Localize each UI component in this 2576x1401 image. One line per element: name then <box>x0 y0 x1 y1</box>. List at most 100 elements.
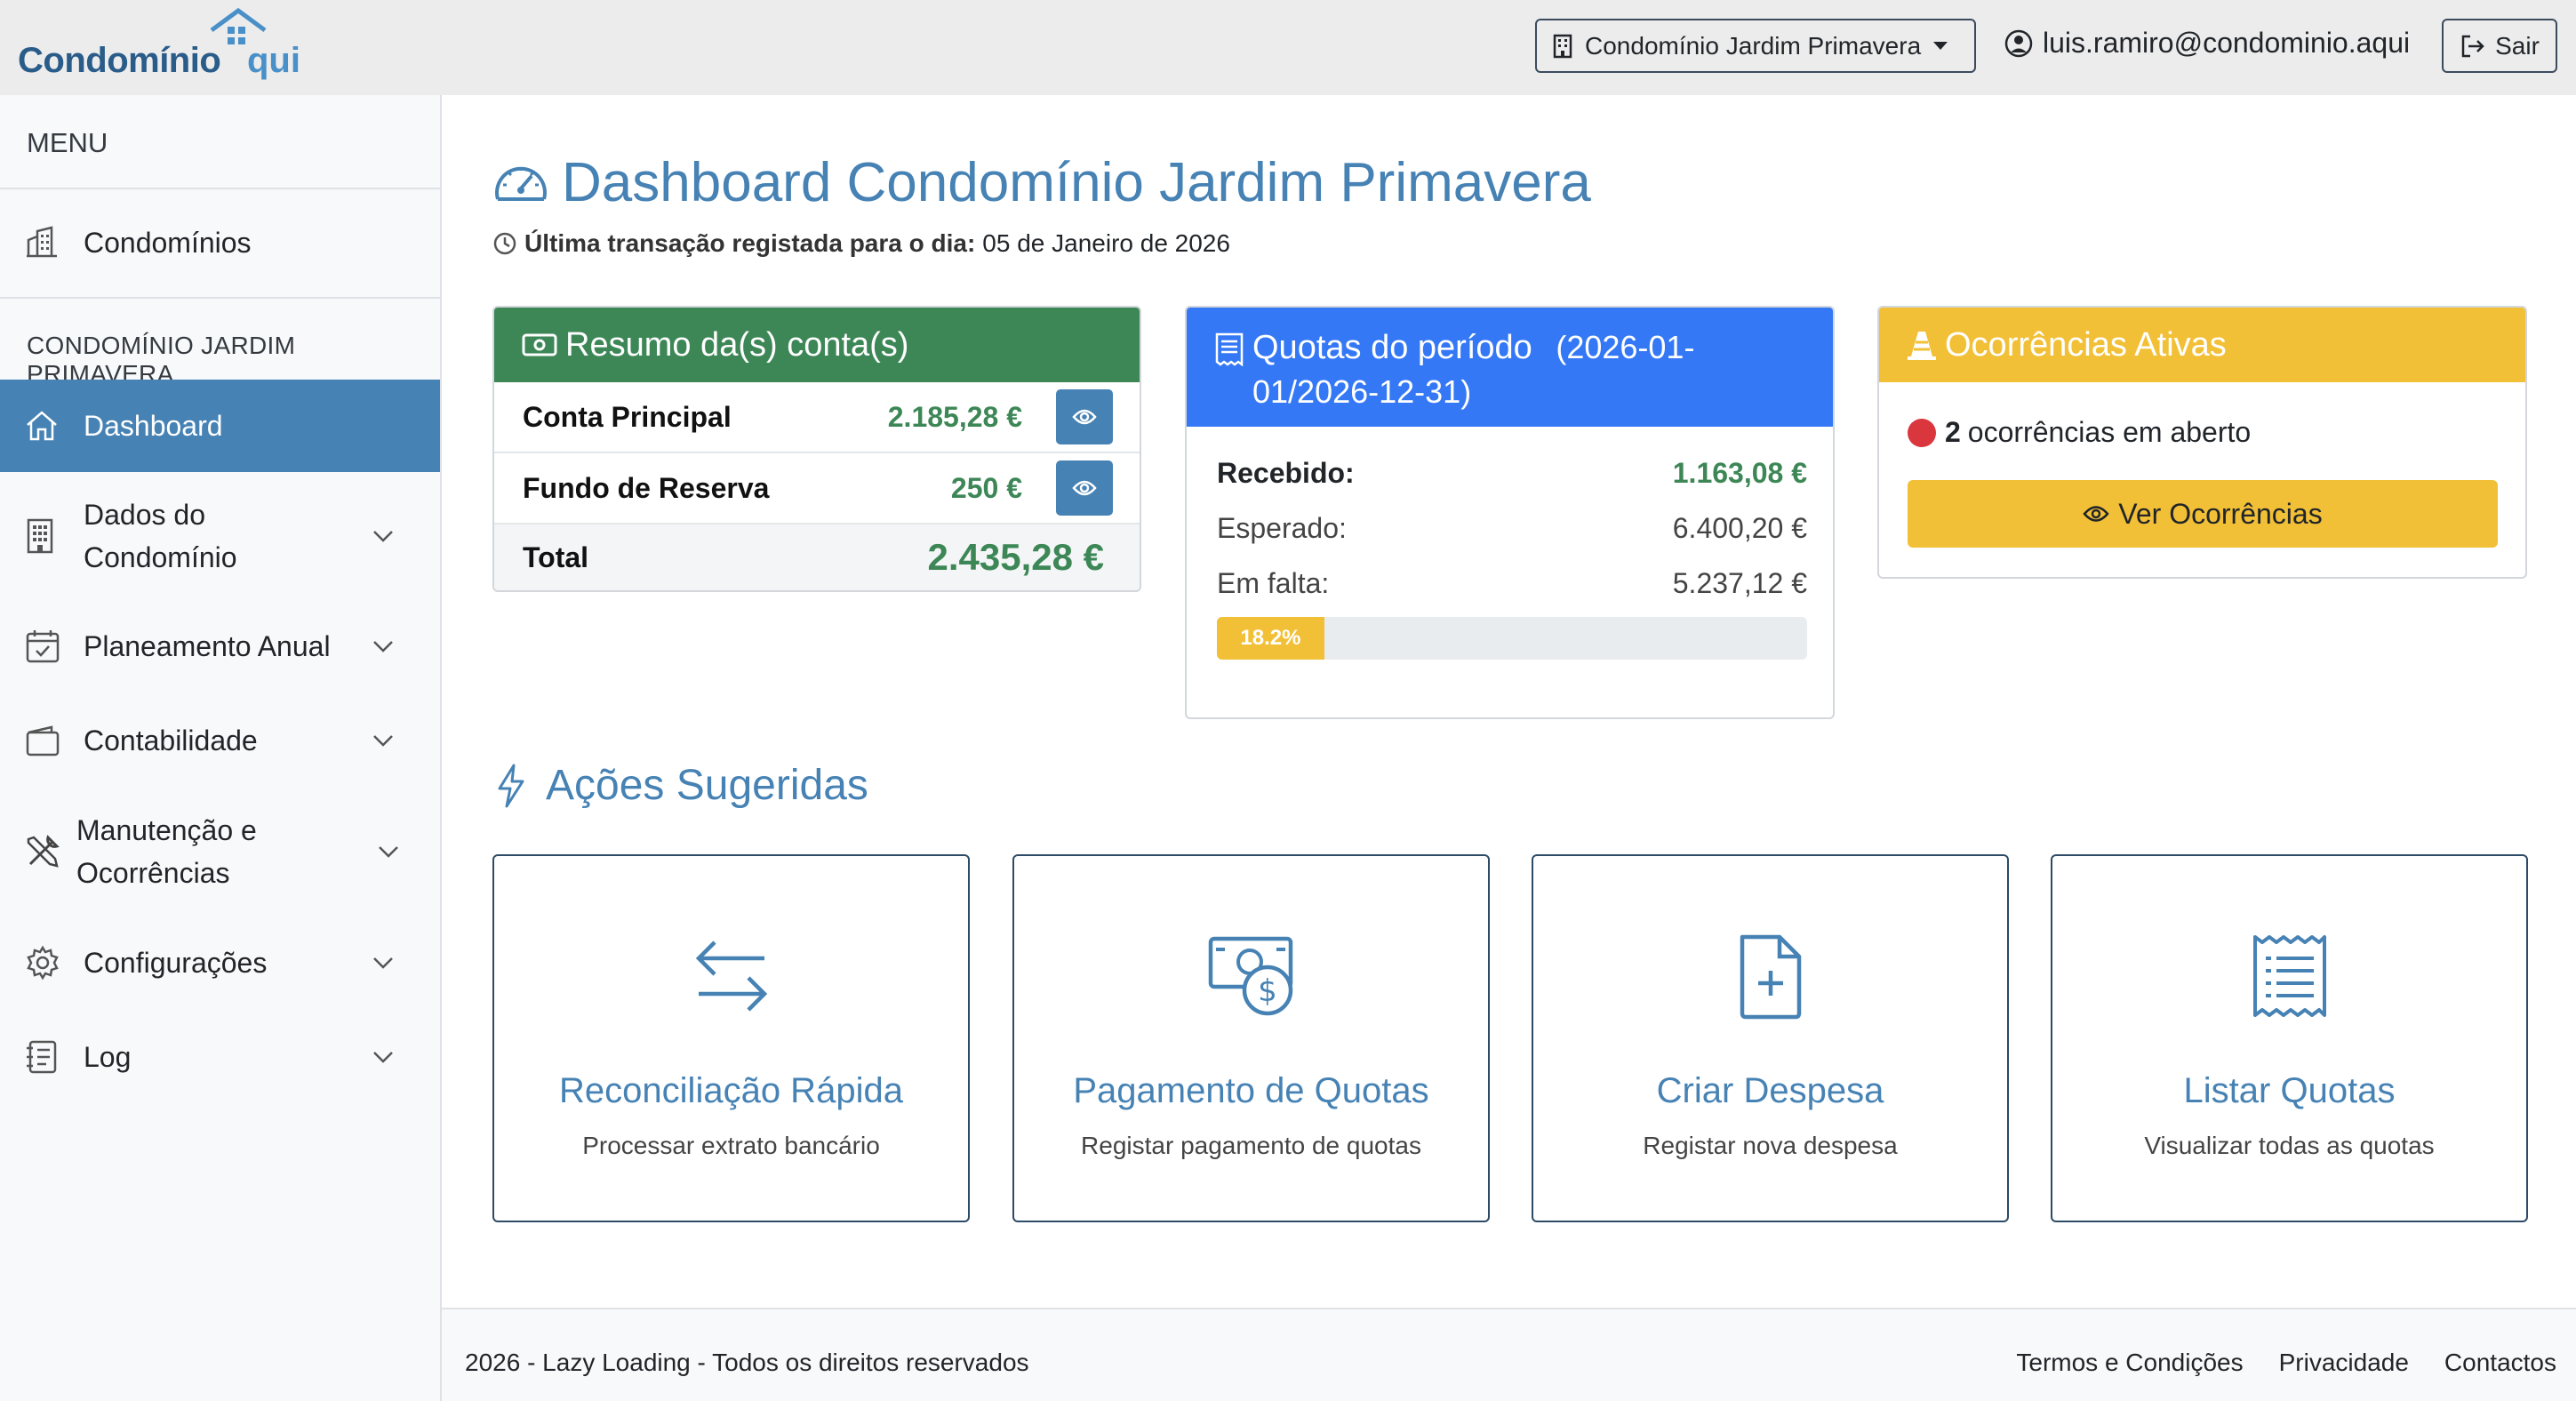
gear-icon <box>25 945 60 981</box>
last-transaction-date: 05 de Janeiro de 2026 <box>982 229 1230 257</box>
quotas-expected-value: 6.400,20 € <box>1672 512 1807 544</box>
action-card-list-quotas[interactable]: Listar Quotas Visualizar todas as quotas <box>2051 854 2528 1222</box>
condominium-select[interactable]: Condomínio Jardim Primavera <box>1535 19 1976 73</box>
account-balance: 2.185,28 € <box>887 400 1022 433</box>
action-title: Reconciliação Rápida <box>559 1071 903 1110</box>
chevron-down-icon <box>372 733 395 748</box>
sidebar-item-planeamento-anual[interactable]: Planeamento Anual <box>0 602 440 691</box>
chevron-down-icon <box>1933 42 1948 50</box>
account-name: Fundo de Reserva <box>523 471 770 504</box>
logout-label: Sair <box>2495 31 2540 60</box>
footer-copyright: 2026 - Lazy Loading - Todos os direitos … <box>465 1349 1029 1376</box>
action-subtitle: Processar extrato bancário <box>582 1132 880 1159</box>
logo-text-main: Condomínio <box>18 41 221 80</box>
account-name: Conta Principal <box>523 400 732 433</box>
arrows-exchange-icon <box>494 932 968 1021</box>
action-title: Criar Despesa <box>1656 1071 1884 1110</box>
sidebar-item-label: Dados do Condomínio <box>84 499 237 573</box>
footer-link-terms[interactable]: Termos e Condições <box>2016 1349 2243 1377</box>
sidebar: MENU Condomínios CONDOMÍNIO JARDIM PRIMA… <box>0 95 442 1401</box>
last-transaction-label: Última transação registada para o dia: <box>524 229 976 257</box>
chevron-down-icon <box>377 845 400 859</box>
user-email-text: luis.ramiro@condominio.aqui <box>2043 27 2411 59</box>
sidebar-item-label: Configurações <box>84 947 268 979</box>
quotas-header: Quotas do período (2026-01-01/2026-12-31… <box>1187 308 1833 427</box>
traffic-cone-icon <box>1906 328 1945 362</box>
receipt-list-icon <box>2052 932 2526 1021</box>
building-icon <box>25 226 59 260</box>
quotas-progress-fill: 18.2% <box>1217 617 1324 660</box>
sidebar-item-condominios[interactable]: Condomínios <box>0 188 440 297</box>
sidebar-item-label: Dashboard <box>84 410 223 442</box>
top-bar: Condomínio qui Condomínio Jardim Primave… <box>0 0 2576 95</box>
sidebar-item-label: Manutenção e Ocorrências <box>76 814 257 889</box>
quotas-progress-bar: 18.2% <box>1217 617 1807 660</box>
svg-text:$: $ <box>1258 973 1277 1009</box>
logo-text-accent: qui <box>247 41 300 80</box>
quotas-title: Quotas do período <box>1252 329 1532 366</box>
occurrences-header: Ocorrências Ativas <box>1879 308 2525 382</box>
logout-button[interactable]: Sair <box>2442 19 2557 73</box>
account-row: Fundo de Reserva 250 € <box>494 453 1140 524</box>
quotas-expected-label: Esperado: <box>1217 512 1347 544</box>
sidebar-item-label: Condomínios <box>84 227 252 259</box>
accounts-total-row: Total 2.435,28 € <box>494 524 1140 590</box>
sidebar-item-contabilidade[interactable]: Contabilidade <box>0 696 440 785</box>
view-account-button[interactable] <box>1056 460 1113 516</box>
sidebar-item-configuracoes[interactable]: Configurações <box>0 918 440 1007</box>
footer: 2026 - Lazy Loading - Todos os direitos … <box>442 1308 2576 1401</box>
quotas-card: Quotas do período (2026-01-01/2026-12-31… <box>1185 306 1835 719</box>
view-occurrences-button[interactable]: Ver Ocorrências <box>1908 480 2498 548</box>
action-subtitle: Registar pagamento de quotas <box>1081 1132 1421 1159</box>
eye-icon <box>1072 480 1097 496</box>
action-card-create-expense[interactable]: Criar Despesa Registar nova despesa <box>1532 854 2009 1222</box>
quotas-received-label: Recebido: <box>1217 457 1355 489</box>
view-account-button[interactable] <box>1056 389 1113 444</box>
cash-coin-icon: $ <box>1014 932 1488 1021</box>
quotas-missing-value: 5.237,12 € <box>1672 567 1807 599</box>
occurrences-title: Ocorrências Ativas <box>1945 325 2227 364</box>
footer-link-contacts[interactable]: Contactos <box>2444 1349 2556 1377</box>
cash-icon <box>521 332 565 358</box>
sidebar-item-manutencao[interactable]: Manutenção e Ocorrências <box>0 799 440 904</box>
action-card-reconciliation[interactable]: Reconciliação Rápida Processar extrato b… <box>492 854 970 1222</box>
action-title: Listar Quotas <box>2183 1071 2396 1110</box>
action-title: Pagamento de Quotas <box>1073 1071 1429 1110</box>
logout-icon <box>2460 34 2495 59</box>
user-circle-icon <box>2004 28 2043 59</box>
footer-link-privacy[interactable]: Privacidade <box>2279 1349 2409 1377</box>
lightning-icon <box>496 764 546 808</box>
occurrences-count-text: ocorrências em aberto <box>1967 416 2252 448</box>
brand-logo[interactable]: Condomínio qui <box>18 5 311 91</box>
view-occurrences-label: Ver Ocorrências <box>2118 497 2323 530</box>
occurrences-summary: 2 ocorrências em aberto <box>1908 416 2251 449</box>
action-subtitle: Registar nova despesa <box>1643 1132 1898 1159</box>
accounts-summary-card: Resumo da(s) conta(s) Conta Principal 2.… <box>492 306 1141 592</box>
accounts-summary-title: Resumo da(s) conta(s) <box>565 325 909 364</box>
receipt-icon <box>1213 332 1252 366</box>
sidebar-menu-title: MENU <box>27 127 108 158</box>
tools-icon <box>25 834 60 869</box>
clock-icon <box>492 231 524 256</box>
occurrences-count: 2 <box>1945 416 1961 448</box>
suggested-actions-title-text: Ações Sugeridas <box>546 762 868 809</box>
sidebar-item-label: Contabilidade <box>84 725 258 757</box>
sidebar-item-dashboard[interactable]: Dashboard <box>0 380 440 472</box>
sidebar-item-label: Planeamento Anual <box>84 630 331 662</box>
chevron-down-icon <box>372 956 395 970</box>
chevron-down-icon <box>372 639 395 653</box>
action-card-quota-payment[interactable]: $ Pagamento de Quotas Registar pagamento… <box>1012 854 1490 1222</box>
page-title-text: Dashboard Condomínio Jardim Primavera <box>562 152 1591 213</box>
sidebar-item-log[interactable]: Log <box>0 1013 440 1101</box>
user-account[interactable]: luis.ramiro@condominio.aqui <box>2004 27 2410 60</box>
sidebar-item-dados-condominio[interactable]: Dados do Condomínio <box>0 486 440 586</box>
eye-icon <box>2083 504 2118 524</box>
footer-links: Termos e Condições Privacidade Contactos <box>1980 1349 2556 1377</box>
accounts-summary-header: Resumo da(s) conta(s) <box>494 308 1140 382</box>
sidebar-divider <box>0 297 440 299</box>
account-balance: 250 € <box>950 471 1022 504</box>
home-icon <box>25 410 59 442</box>
last-transaction-info: Última transação registada para o dia: 0… <box>492 229 1230 258</box>
condominium-select-value: Condomínio Jardim Primavera <box>1585 31 1922 60</box>
building-grid-icon <box>25 518 55 554</box>
